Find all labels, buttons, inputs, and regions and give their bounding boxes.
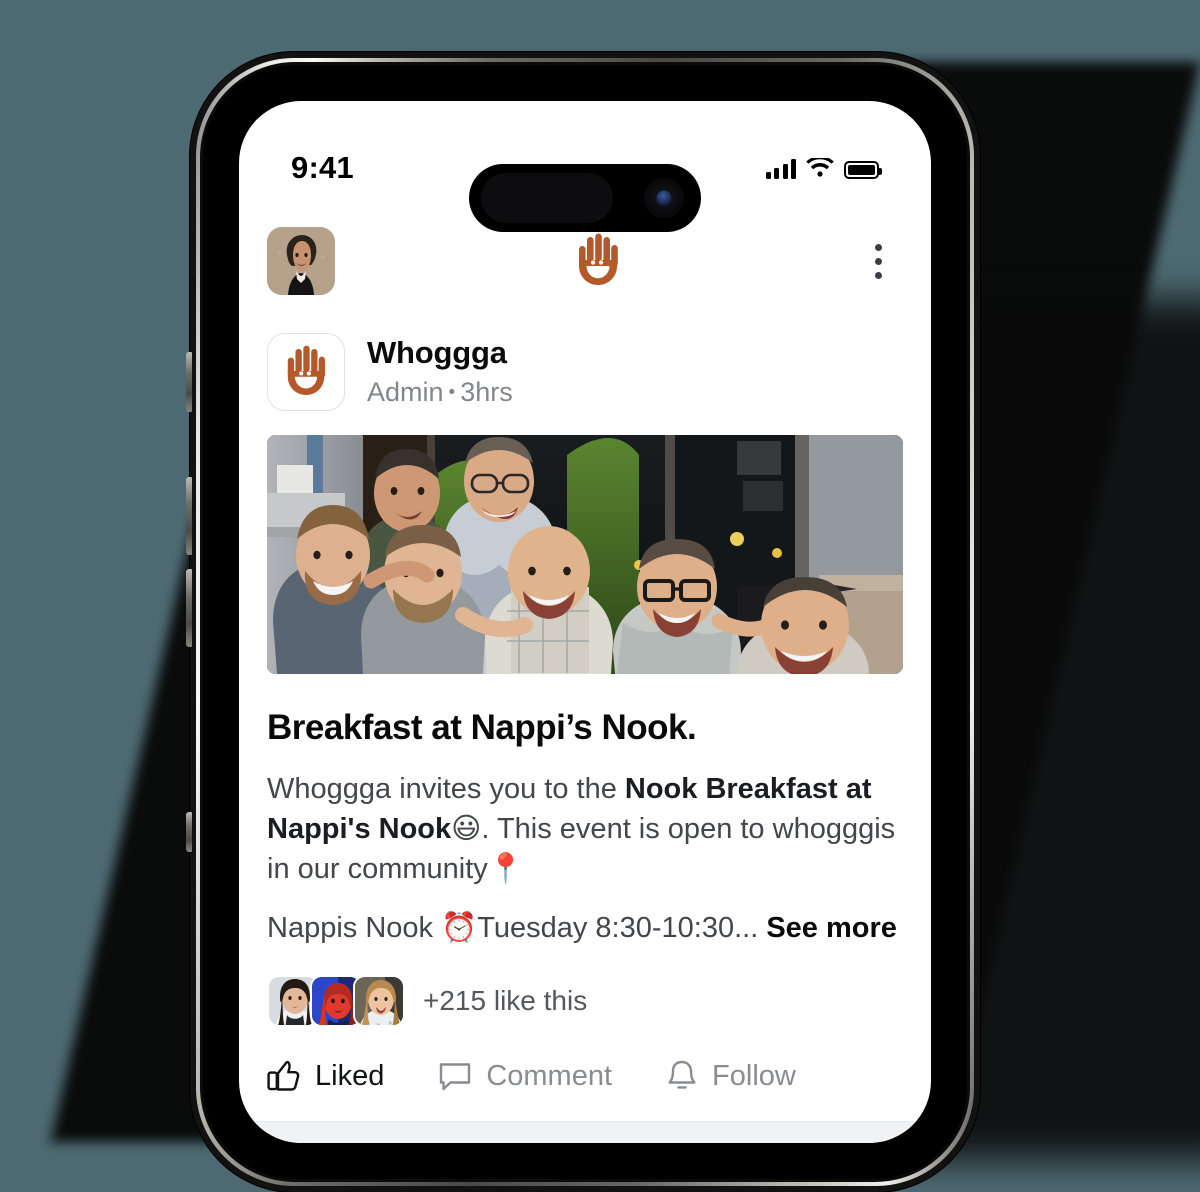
wifi-icon	[806, 157, 834, 177]
like-button[interactable]: Liked	[267, 1060, 384, 1093]
alarm-clock-emoji: ⏰	[441, 909, 478, 944]
post-author-meta: Whoggga Admin • 3hrs	[367, 334, 513, 411]
comment-button[interactable]: Comment	[438, 1060, 612, 1093]
likes-row: +215 like this	[267, 975, 903, 1028]
grin-emoji: 😃	[451, 810, 482, 845]
status-indicators	[765, 136, 882, 179]
feed-post: Whoggga Admin • 3hrs Breakfast at Nappi’…	[239, 309, 931, 1143]
kebab-menu-icon[interactable]	[861, 233, 895, 289]
see-more-link[interactable]: See more	[766, 912, 897, 944]
post-author-name[interactable]: Whoggga	[367, 334, 513, 371]
liker-avatars[interactable]	[267, 975, 405, 1028]
volume-down-button[interactable]	[186, 569, 192, 647]
follow-button-label: Follow	[712, 1059, 796, 1092]
phone-screen: 9:41 Whoggga Admin • 3hrs Breakfast at N…	[239, 101, 931, 1143]
meta-separator: •	[448, 381, 456, 403]
scene: 9:41 Whoggga Admin • 3hrs Breakfast at N…	[0, 0, 1200, 1192]
post-author-avatar[interactable]	[267, 333, 345, 411]
comment-bubble-icon	[440, 1063, 471, 1091]
bell-icon	[668, 1061, 696, 1089]
avatar[interactable]	[267, 227, 335, 295]
battery-full-icon	[844, 160, 882, 179]
header-logo-wrap	[335, 233, 861, 289]
likes-count-label: +215 like this	[423, 985, 588, 1017]
post-actions: Liked Comment Follow	[267, 1059, 903, 1119]
pin-emoji: 📍	[487, 850, 524, 885]
side-button-lower[interactable]	[186, 812, 192, 852]
post-detail-line: Nappis Nook ⏰Tuesday 8:30-10:30... See m…	[267, 909, 903, 948]
comment-button-label: Comment	[486, 1059, 613, 1092]
cellular-bars-icon	[765, 158, 796, 179]
post-image[interactable]	[267, 435, 903, 674]
group-photo-illustration	[267, 435, 903, 674]
post-author-role: Admin	[367, 376, 444, 407]
post-meta: Admin • 3hrs	[367, 374, 513, 410]
post-header: Whoggga Admin • 3hrs	[239, 309, 931, 433]
feed-divider	[239, 1121, 931, 1143]
volume-up-button[interactable]	[186, 477, 192, 555]
liker-avatar-3	[353, 975, 405, 1028]
action-button[interactable]	[186, 352, 192, 412]
post-body-part1: Whoggga invites you to the	[267, 773, 625, 805]
status-clock: 9:41	[291, 150, 354, 185]
whoggga-hand-logo[interactable]	[574, 233, 622, 289]
like-button-label: Liked	[315, 1059, 385, 1092]
thumbs-up-icon	[267, 1061, 300, 1091]
front-camera-icon	[644, 178, 684, 218]
dynamic-island-pill	[481, 173, 613, 223]
dynamic-island	[469, 164, 701, 232]
phone-device: 9:41 Whoggga Admin • 3hrs Breakfast at N…	[186, 52, 980, 1192]
whoggga-hand-logo	[287, 345, 325, 395]
post-timestamp: 3hrs	[460, 376, 513, 407]
post-title: Breakfast at Nappi’s Nook.	[267, 708, 697, 747]
follow-button[interactable]: Follow	[666, 1059, 796, 1093]
post-schedule: Tuesday 8:30-10:30...	[477, 911, 759, 944]
post-venue: Nappis Nook	[267, 911, 442, 944]
post-body: Whoggga invites you to the Nook Breakfas…	[267, 770, 903, 889]
